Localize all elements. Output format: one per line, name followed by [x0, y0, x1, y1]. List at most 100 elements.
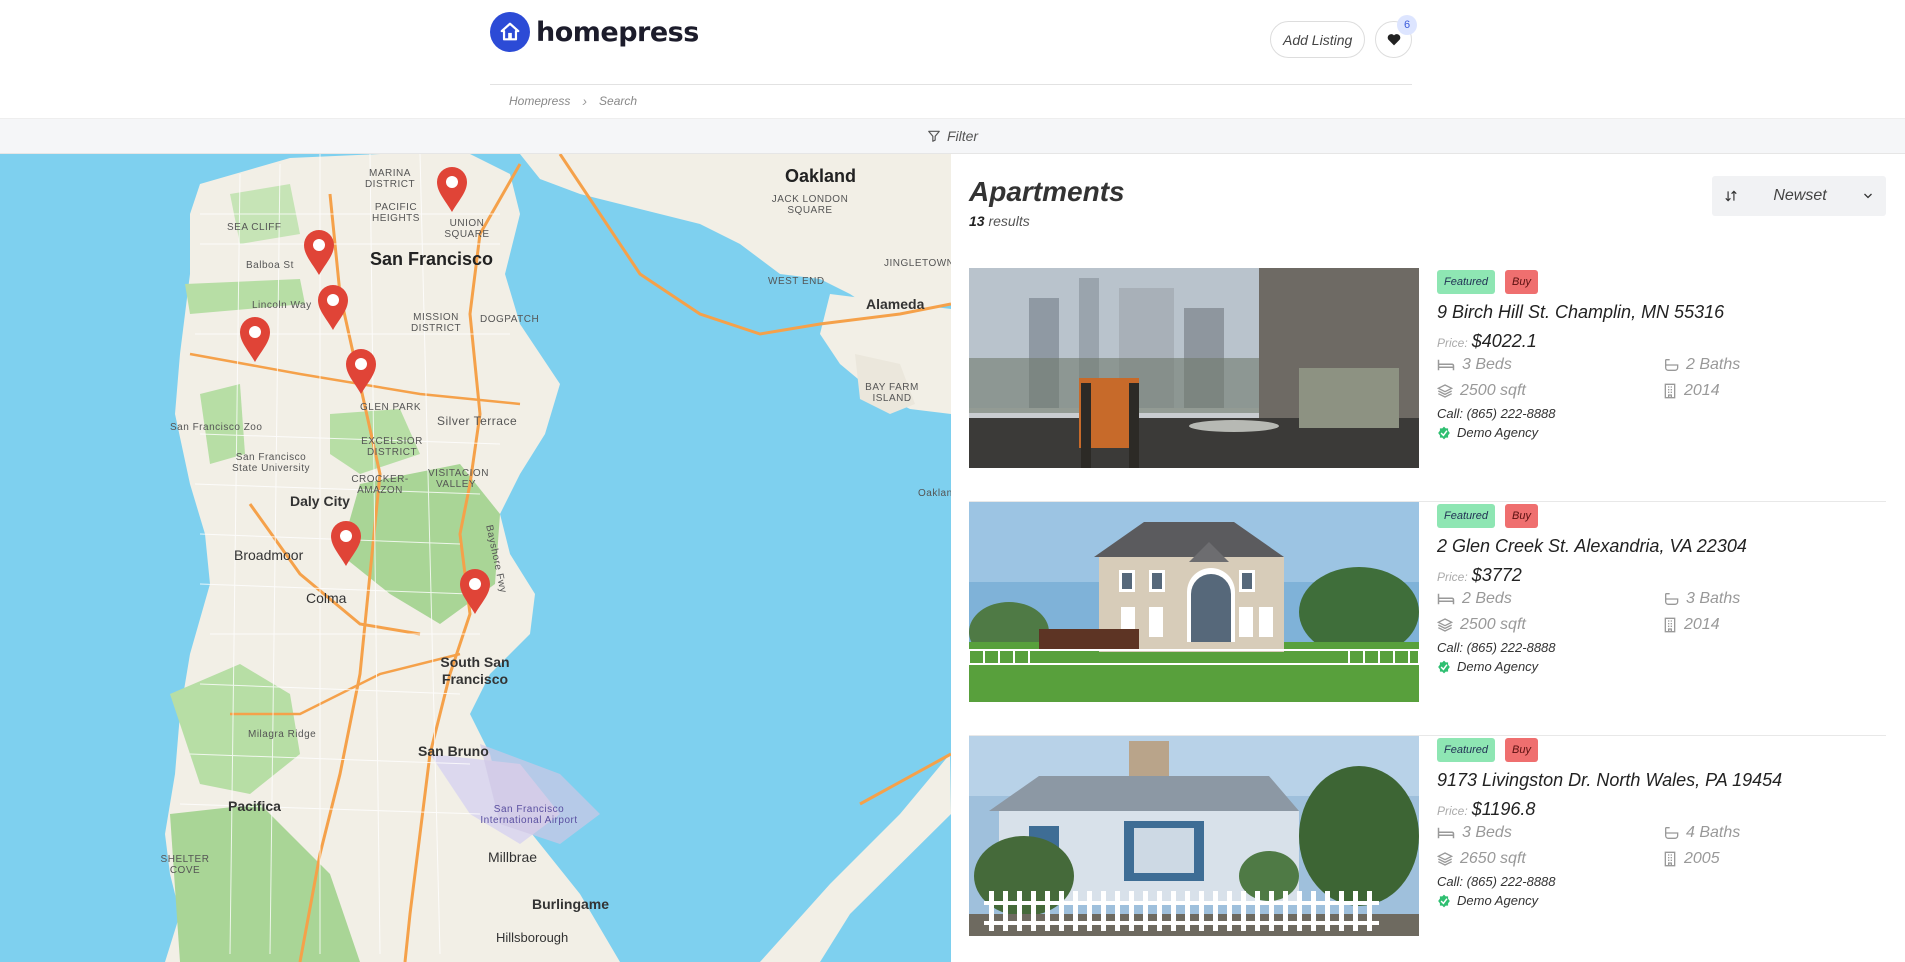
listing-phone[interactable]: Call: (865) 222-8888: [1437, 640, 1877, 655]
map-label-jingletown: JINGLETOWN: [884, 258, 951, 269]
filter-toggle[interactable]: Filter: [0, 118, 1905, 154]
listing-address[interactable]: 2 Glen Creek St. Alexandria, VA 22304: [1437, 536, 1877, 557]
map-pin-5[interactable]: [344, 348, 378, 394]
map-pin-7[interactable]: [458, 568, 492, 614]
sort-icon: [1725, 190, 1737, 202]
map-label-pacific-heights: PACIFIC HEIGHTS: [372, 202, 420, 224]
map-label-west-end: WEST END: [768, 276, 825, 287]
map-label-sfo: San Francisco International Airport: [480, 804, 578, 826]
map-label-daly-city: Daly City: [290, 493, 350, 509]
layers-icon: [1437, 852, 1453, 866]
map-label-oakland: Oakland: [785, 166, 857, 186]
listing-card[interactable]: Featured Buy 9173 Livingston Dr. North W…: [969, 736, 1886, 962]
map-label-union-square: UNION SQUARE: [444, 218, 490, 240]
baths-spec: 3 Baths: [1663, 590, 1863, 608]
add-listing-button[interactable]: Add Listing: [1270, 21, 1366, 58]
beds-spec: 3 Beds: [1437, 356, 1663, 374]
listing-address[interactable]: 9173 Livingston Dr. North Wales, PA 1945…: [1437, 770, 1877, 791]
listing-phone[interactable]: Call: (865) 222-8888: [1437, 406, 1877, 421]
listing-agency[interactable]: Demo Agency: [1437, 893, 1877, 908]
map-label-jack-london: JACK LONDON SQUARE: [771, 194, 849, 216]
map-label-bay-farm: BAY FARM ISLAND: [865, 382, 919, 404]
map-label-south-sf: South San Francisco: [440, 654, 510, 687]
map-label-glen-park: GLEN PARK: [360, 402, 421, 413]
map-label-hillsborough: Hillsborough: [496, 930, 569, 945]
map-label-dogpatch: DOGPATCH: [480, 314, 540, 325]
beds-spec: 3 Beds: [1437, 824, 1663, 842]
bath-icon: [1665, 359, 1679, 371]
bath-icon: [1665, 827, 1679, 839]
featured-badge: Featured: [1437, 504, 1496, 528]
bed-icon: [1437, 827, 1455, 839]
year-spec: 2014: [1663, 616, 1863, 634]
buy-badge: Buy: [1505, 270, 1538, 294]
listing-photo[interactable]: [969, 502, 1419, 702]
listing-info: Featured Buy 9173 Livingston Dr. North W…: [1437, 736, 1877, 908]
map-pin-4[interactable]: [238, 316, 272, 362]
header-divider: [490, 84, 1412, 85]
verified-icon: [1438, 894, 1450, 907]
listing-phone[interactable]: Call: (865) 222-8888: [1437, 874, 1877, 889]
map-label-sea-cliff: SEA CLIFF: [227, 222, 282, 233]
price-label: Price:: [1437, 804, 1468, 818]
buy-badge: Buy: [1505, 738, 1538, 762]
area-spec: 2500 sqft: [1437, 382, 1663, 400]
listing-card[interactable]: Featured Buy 2 Glen Creek St. Alexandria…: [969, 502, 1886, 736]
area-spec: 2650 sqft: [1437, 850, 1663, 868]
chevron-right-icon: ›: [582, 93, 588, 109]
building-icon: [1664, 617, 1676, 633]
breadcrumb-home[interactable]: Homepress: [509, 94, 570, 108]
verified-icon: [1438, 660, 1450, 673]
listing-price: $4022.1: [1471, 331, 1537, 351]
featured-badge: Featured: [1437, 738, 1496, 762]
site-header: homepress Add Listing 6 Homepress › Sear…: [0, 0, 1905, 118]
map-label-excelsior: EXCELSIOR DISTRICT: [361, 436, 423, 458]
year-spec: 2014: [1663, 382, 1863, 400]
listing-card[interactable]: Featured Buy 9 Birch Hill St. Champlin, …: [969, 268, 1886, 502]
verified-icon: [1438, 426, 1450, 439]
map-label-marina: MARINA DISTRICT: [364, 168, 416, 190]
listing-info: Featured Buy 2 Glen Creek St. Alexandria…: [1437, 502, 1877, 674]
map-pin-1[interactable]: [435, 166, 469, 212]
listing-photo[interactable]: [969, 736, 1419, 936]
listing-agency[interactable]: Demo Agency: [1437, 425, 1877, 440]
bed-icon: [1437, 593, 1455, 605]
map-label-crocker: CROCKER-AMAZON: [351, 474, 409, 496]
map-pin-3[interactable]: [316, 284, 350, 330]
map-label-visitacion: VISITACION VALLEY: [428, 468, 489, 490]
map-label-san-bruno: San Bruno: [418, 743, 489, 759]
building-icon: [1664, 851, 1676, 867]
map-label-balboa: Balboa St: [246, 260, 294, 271]
chevron-down-icon: [1864, 193, 1872, 199]
map-label-colma: Colma: [306, 590, 347, 606]
listing-address[interactable]: 9 Birch Hill St. Champlin, MN 55316: [1437, 302, 1877, 323]
bed-icon: [1437, 359, 1455, 371]
breadcrumb: Homepress › Search: [509, 93, 637, 109]
map-label-silver-terrace: Silver Terrace: [437, 414, 518, 428]
listing-photo[interactable]: [969, 268, 1419, 468]
price-label: Price:: [1437, 336, 1468, 350]
favorites-count-badge: 6: [1397, 15, 1417, 35]
baths-spec: 4 Baths: [1663, 824, 1863, 842]
map-label-mission: MISSION DISTRICT: [410, 312, 462, 334]
map-pin-6[interactable]: [329, 520, 363, 566]
listing-agency[interactable]: Demo Agency: [1437, 659, 1877, 674]
map-label-millbrae: Millbrae: [488, 849, 538, 865]
sort-select[interactable]: Newset: [1712, 176, 1886, 216]
price-label: Price:: [1437, 570, 1468, 584]
listings-panel: Apartments 13 results Newset Featured Bu…: [951, 154, 1905, 962]
map-label-pacifica: Pacifica: [228, 798, 281, 814]
layers-icon: [1437, 618, 1453, 632]
map-view[interactable]: Oakland San Francisco Alameda Daly City …: [0, 154, 951, 962]
home-icon: [490, 12, 530, 52]
map-label-sf-zoo: San Francisco Zoo: [170, 422, 263, 433]
listing-price: $1196.8: [1471, 799, 1536, 819]
area-spec: 2500 sqft: [1437, 616, 1663, 634]
map-pin-2[interactable]: [302, 229, 336, 275]
map-label-oakland-edge: Oaklan: [918, 488, 951, 499]
map-label-shelter-cove: SHELTER COVE: [160, 854, 210, 876]
listing-price: $3772: [1471, 565, 1522, 585]
heart-icon: [1387, 34, 1400, 46]
brand-logo[interactable]: homepress: [490, 12, 699, 52]
building-icon: [1664, 383, 1676, 399]
